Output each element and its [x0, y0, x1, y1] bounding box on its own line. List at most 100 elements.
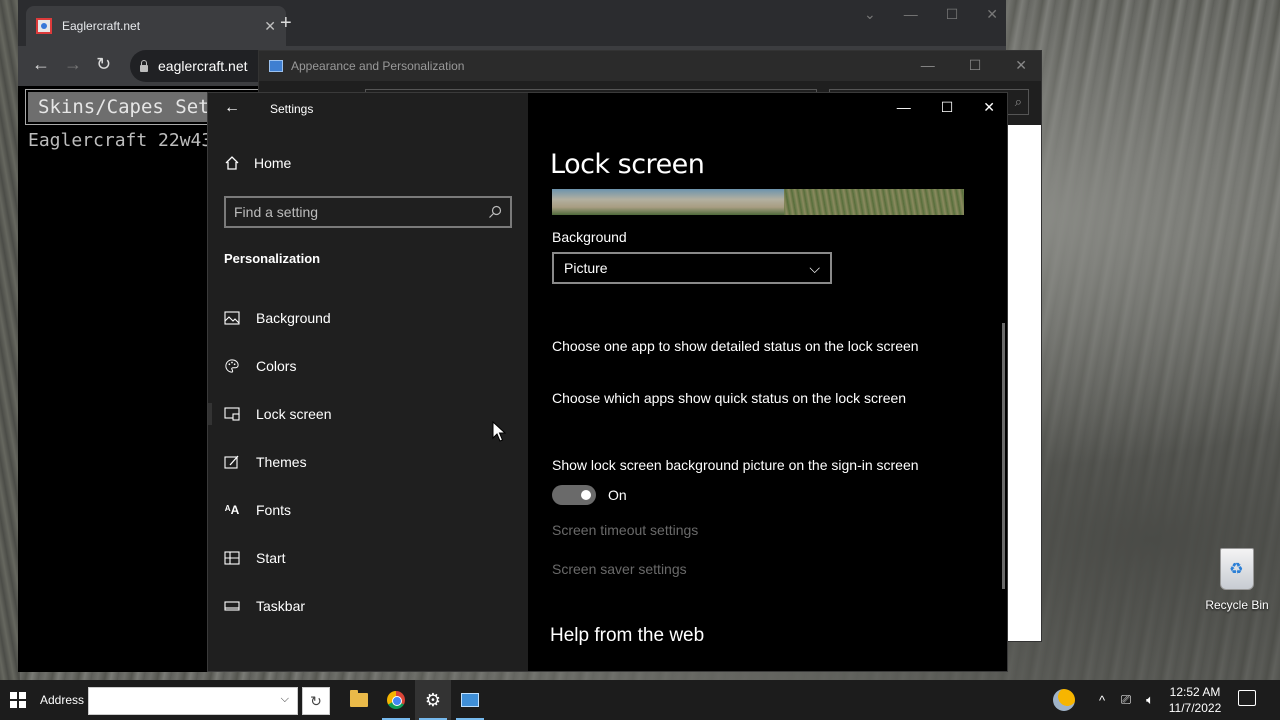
- desktop-left-strip: [0, 0, 20, 686]
- address-toolbar-box: ⌵: [88, 687, 298, 715]
- minimize-icon[interactable]: —: [897, 99, 911, 116]
- back-arrow-icon[interactable]: ←: [224, 99, 240, 117]
- maximize-icon[interactable]: ☐: [946, 6, 959, 23]
- show-hidden-icons-chevron-icon[interactable]: ^: [1092, 680, 1112, 720]
- settings-taskbar-button[interactable]: ⚙: [415, 680, 451, 720]
- notification-center-icon[interactable]: [1238, 690, 1256, 706]
- forward-arrow-icon[interactable]: →: [64, 54, 82, 75]
- tab-close-icon[interactable]: ✕: [264, 18, 276, 35]
- search-icon: [489, 205, 502, 218]
- eaglercraft-favicon-icon: [36, 18, 52, 34]
- sidebar-item-colors[interactable]: Colors: [224, 354, 296, 378]
- minimize-icon[interactable]: —: [921, 57, 935, 74]
- settings-content: — ☐ ✕ Lock screen Background Picture ⌵ C…: [528, 93, 1007, 671]
- control-panel-icon: [461, 693, 479, 707]
- lock-icon: [140, 59, 148, 72]
- back-arrow-icon[interactable]: ←: [32, 54, 50, 75]
- file-explorer-taskbar-button[interactable]: [341, 680, 377, 720]
- sidebar-item-label: Background: [256, 310, 331, 326]
- tab-search-icon[interactable]: ⌄: [864, 6, 876, 23]
- recycle-bin-icon: [1220, 548, 1254, 590]
- reload-icon[interactable]: ↻: [96, 54, 111, 75]
- sidebar-item-lock-screen[interactable]: Lock screen: [224, 402, 331, 426]
- detailed-status-app-link[interactable]: Choose one app to show detailed status o…: [552, 338, 919, 354]
- recycle-bin-label: Recycle Bin: [1205, 598, 1269, 612]
- background-dropdown-value: Picture: [564, 260, 608, 276]
- palette-icon: [225, 359, 239, 373]
- chrome-tab-bar: Eaglercraft.net ✕ + ⌄ — ☐ ✕: [18, 0, 1006, 46]
- home-label: Home: [254, 155, 292, 171]
- folder-icon: [350, 690, 368, 707]
- clock-date: 11/7/2022: [1168, 701, 1222, 715]
- chrome-tab[interactable]: Eaglercraft.net ✕: [26, 6, 286, 46]
- recycle-bin[interactable]: Recycle Bin: [1204, 548, 1270, 612]
- control-panel-icon: [269, 60, 283, 72]
- sidebar-item-taskbar[interactable]: Taskbar: [224, 594, 305, 618]
- fonts-icon: ᴬA: [224, 503, 240, 517]
- settings-sidebar: ← Settings Home Personalization Backgrou…: [208, 93, 528, 671]
- chrome-taskbar-button[interactable]: [378, 680, 414, 720]
- sidebar-item-label: Lock screen: [256, 406, 332, 422]
- control-panel-window-controls: — ☐ ✕: [921, 57, 1027, 74]
- address-toolbar-input[interactable]: [93, 691, 273, 711]
- settings-app-title: Settings: [270, 102, 314, 116]
- version-text: Eaglercraft 22w43a: [28, 130, 224, 151]
- weather-widget[interactable]: [1050, 680, 1078, 720]
- settings-window-controls: — ☐ ✕: [897, 99, 995, 116]
- search-icon: ⌕: [1014, 94, 1022, 109]
- network-icon[interactable]: ⎚: [1116, 680, 1136, 720]
- quick-status-apps-link[interactable]: Choose which apps show quick status on t…: [552, 390, 906, 406]
- start-icon: [224, 551, 240, 565]
- background-label: Background: [552, 229, 627, 245]
- sidebar-item-start[interactable]: Start: [224, 546, 286, 570]
- new-tab-icon[interactable]: +: [280, 12, 292, 35]
- screen-saver-settings-link[interactable]: Screen saver settings: [552, 561, 687, 577]
- themes-icon: [224, 455, 239, 469]
- url-text: eaglercraft.net: [158, 58, 248, 74]
- sidebar-item-label: Colors: [256, 358, 297, 374]
- maximize-icon[interactable]: ☐: [941, 99, 954, 116]
- control-panel-taskbar-button[interactable]: [452, 680, 488, 720]
- tab-title: Eaglercraft.net: [62, 19, 141, 33]
- content-scrollbar[interactable]: [1002, 323, 1005, 589]
- control-panel-title: Appearance and Personalization: [291, 59, 465, 73]
- address-go-icon[interactable]: ↻: [302, 687, 330, 715]
- home-nav-item[interactable]: Home: [224, 155, 291, 171]
- toggle-state-label: On: [608, 487, 627, 503]
- image-icon: [224, 311, 240, 325]
- volume-icon[interactable]: 🔈︎: [1140, 680, 1160, 720]
- close-icon[interactable]: ✕: [983, 99, 995, 116]
- home-icon: [225, 156, 239, 170]
- selection-indicator: [208, 403, 212, 425]
- maximize-icon[interactable]: ☐: [969, 57, 982, 74]
- personalization-header: Personalization: [224, 251, 321, 266]
- sidebar-item-fonts[interactable]: ᴬA Fonts: [224, 498, 291, 522]
- taskbar-icon: [224, 601, 240, 611]
- sidebar-item-label: Fonts: [256, 502, 292, 518]
- gear-icon: ⚙: [424, 689, 442, 710]
- sidebar-item-background[interactable]: Background: [224, 306, 331, 330]
- close-icon[interactable]: ✕: [986, 6, 998, 23]
- lock-screen-icon: [224, 407, 240, 421]
- find-setting-search[interactable]: [224, 196, 512, 228]
- address-toolbar-label: Address: [40, 693, 85, 707]
- signin-picture-label: Show lock screen background picture on t…: [552, 457, 919, 473]
- signin-picture-toggle[interactable]: [552, 485, 596, 505]
- chevron-down-icon[interactable]: ⌵: [281, 693, 289, 706]
- mouse-cursor-icon: [492, 421, 506, 442]
- sidebar-item-themes[interactable]: Themes: [224, 450, 307, 474]
- weather-icon: [1053, 689, 1075, 711]
- chevron-down-icon: ⌵: [809, 259, 820, 276]
- page-title: Lock screen: [550, 149, 705, 180]
- windows-start-icon[interactable]: [10, 692, 26, 708]
- find-setting-input[interactable]: [234, 204, 474, 220]
- chrome-icon: [387, 691, 405, 709]
- background-dropdown[interactable]: Picture ⌵: [552, 252, 832, 284]
- system-clock[interactable]: 12:52 AM 11/7/2022: [1160, 684, 1230, 716]
- lock-screen-preview-image: [552, 189, 964, 215]
- minimize-icon[interactable]: —: [904, 6, 918, 23]
- taskbar: Address ⌵ ↻ ⚙ ^ ⎚ 🔈︎ 12:52 AM 11/7/2022: [0, 680, 1280, 720]
- screen-timeout-settings-link[interactable]: Screen timeout settings: [552, 522, 698, 538]
- close-icon[interactable]: ✕: [1015, 57, 1027, 74]
- help-from-web-header: Help from the web: [550, 625, 705, 646]
